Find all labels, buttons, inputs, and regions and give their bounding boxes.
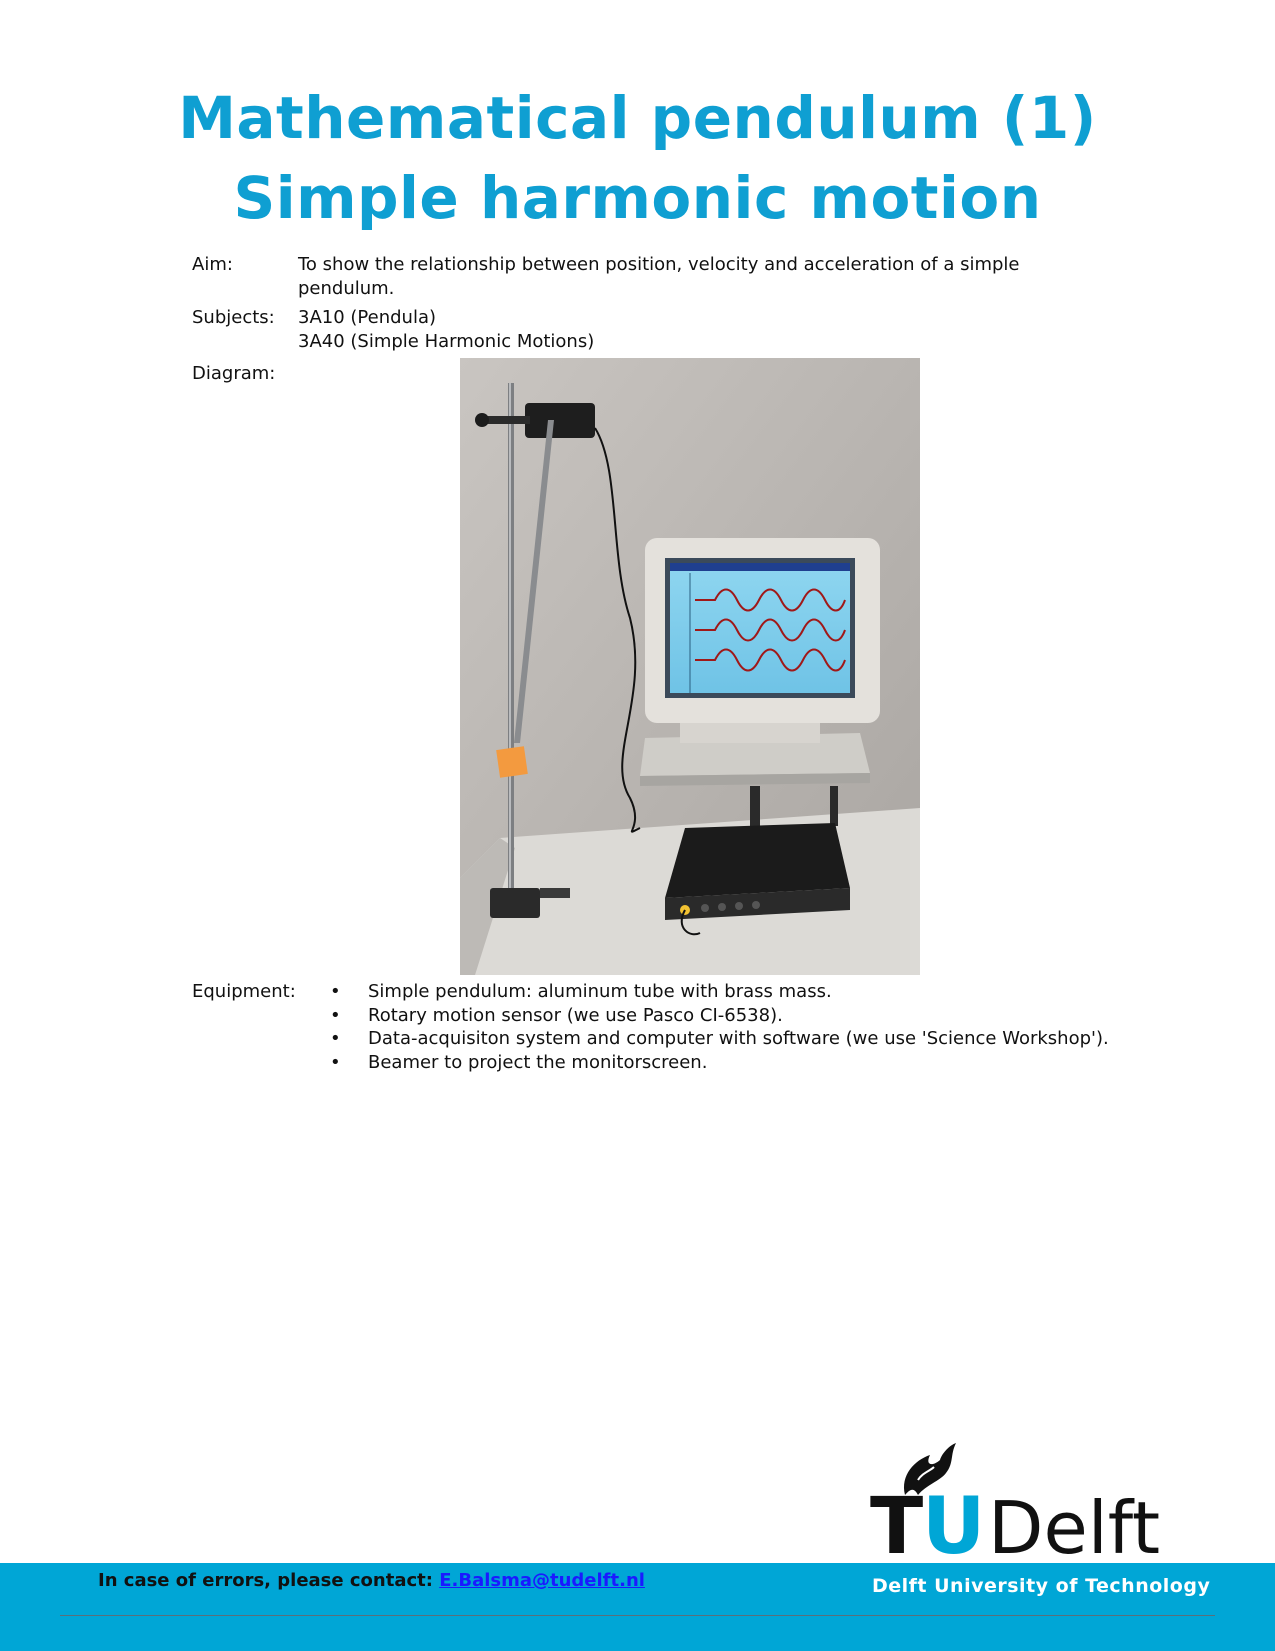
bullet: • xyxy=(330,981,341,1002)
bullet: • xyxy=(330,1028,341,1049)
list-item: • Simple pendulum: aluminum tube with br… xyxy=(298,980,1109,1004)
aim-text: To show the relationship between positio… xyxy=(298,253,1020,301)
logo-delft: Delft xyxy=(988,1486,1160,1560)
bullet: • xyxy=(330,1051,341,1073)
contact-email-link[interactable]: E.Balsma@tudelft.nl xyxy=(439,1570,645,1591)
equipment-list: • Simple pendulum: aluminum tube with br… xyxy=(298,980,1109,1074)
subjects-row: Subjects: 3A10 (Pendula) 3A40 (Simple Ha… xyxy=(0,306,1275,356)
aim-label: Aim: xyxy=(192,254,233,275)
title-line-2: Simple harmonic motion xyxy=(233,164,1042,232)
subjects-list: 3A10 (Pendula) 3A40 (Simple Harmonic Mot… xyxy=(298,306,1018,354)
diagram-label: Diagram: xyxy=(192,363,276,384)
subject-item: 3A10 (Pendula) xyxy=(298,307,436,328)
university-name: Delft University of Technology xyxy=(872,1575,1211,1597)
list-item: • Beamer to project the monitorscreen. xyxy=(298,1051,1109,1075)
tudelft-logo: T U Delft xyxy=(870,1425,1190,1572)
subjects-label: Subjects: xyxy=(192,307,275,328)
title-line-1: Mathematical pendulum (1) xyxy=(178,84,1097,152)
bullet: • xyxy=(330,1004,341,1026)
list-item: • Data-acquisiton system and computer wi… xyxy=(298,1027,1109,1051)
footer-divider xyxy=(60,1615,1215,1616)
equipment-item-text: Beamer to project the monitorscreen. xyxy=(368,1051,708,1073)
subject-item: 3A40 (Simple Harmonic Motions) xyxy=(298,331,595,352)
equipment-item-text: Data-acquisiton system and computer with… xyxy=(368,1028,1109,1049)
equipment-item-text: Rotary motion sensor (we use Pasco CI-65… xyxy=(368,1004,783,1026)
experiment-photo xyxy=(460,358,920,975)
aim-row: Aim: To show the relationship between po… xyxy=(0,253,1275,303)
logo-u: U xyxy=(922,1482,985,1560)
contact-prefix: In case of errors, please contact: xyxy=(98,1570,440,1591)
aim-text-line-2: pendulum. xyxy=(298,278,395,299)
equipment-item-text: Simple pendulum: aluminum tube with bras… xyxy=(368,981,832,1002)
list-item: • Rotary motion sensor (we use Pasco CI-… xyxy=(298,1004,1109,1028)
equipment-label: Equipment: xyxy=(192,981,296,1002)
logo-t: T xyxy=(870,1482,923,1560)
document-title: Mathematical pendulum (1) Simple harmoni… xyxy=(0,78,1275,238)
contact-line: In case of errors, please contact: E.Bal… xyxy=(98,1570,645,1591)
aim-text-line-1: To show the relationship between positio… xyxy=(298,254,1020,275)
diagram-row: Diagram: xyxy=(0,362,400,388)
